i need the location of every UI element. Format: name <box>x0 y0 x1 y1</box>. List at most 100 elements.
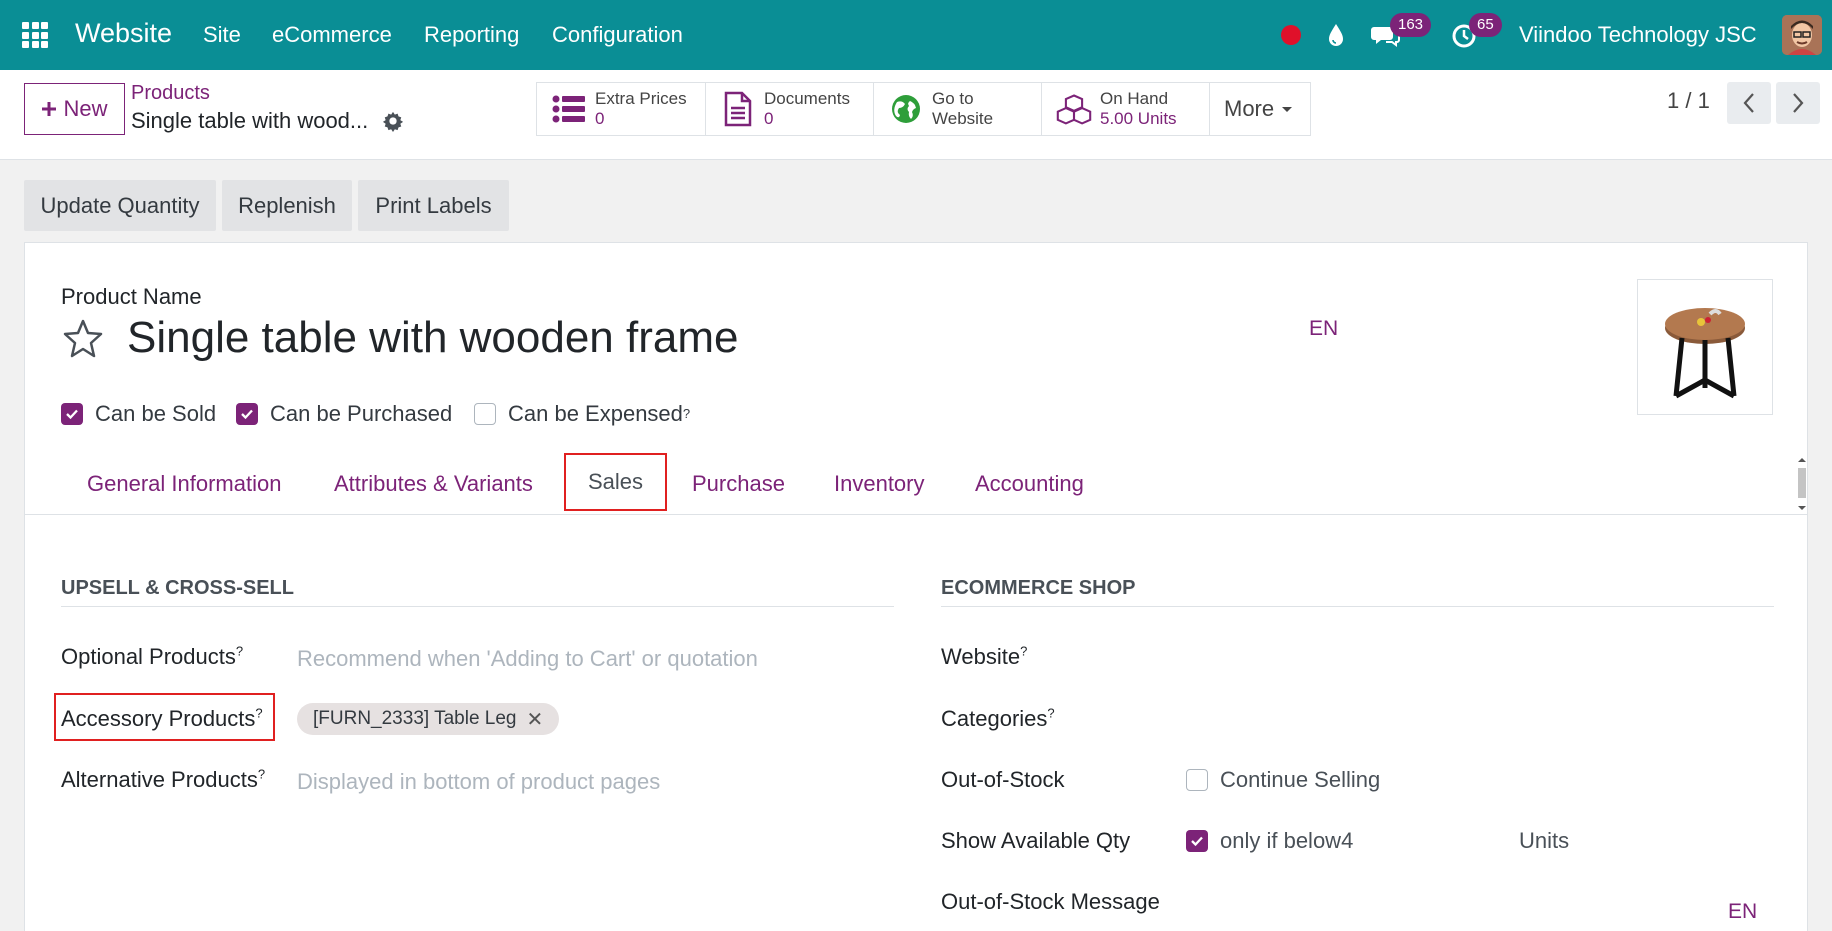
tab-inventory[interactable]: Inventory <box>834 453 925 515</box>
show-available-qty-checkbox[interactable]: only if below4 <box>1186 828 1353 854</box>
categories-field-label: Categories? <box>941 706 1055 732</box>
user-avatar[interactable] <box>1782 15 1822 55</box>
can-be-expensed-label: Can be Expensed <box>508 401 683 426</box>
website-label: Website <box>941 644 1021 669</box>
upsell-section-title: UPSELL & CROSS-SELL <box>61 577 894 607</box>
can-be-sold-check-icon <box>61 403 83 425</box>
out-of-stock-message-label: Out-of-Stock Message <box>941 889 1160 914</box>
chevron-left-icon <box>1743 93 1754 113</box>
form-tabs: General Information Attributes & Variant… <box>25 453 1807 515</box>
optional-products-field-label: Optional Products? <box>61 644 243 670</box>
accessory-tag-label: [FURN_2333] Table Leg <box>313 708 517 729</box>
pager-previous-button[interactable] <box>1727 82 1771 124</box>
product-name-field[interactable]: Single table with wooden frame <box>127 313 738 363</box>
documents-button[interactable]: Documents 0 <box>705 82 874 136</box>
replenish-button[interactable]: Replenish <box>222 180 352 231</box>
product-image[interactable] <box>1637 279 1773 415</box>
tab-general-information[interactable]: General Information <box>87 453 281 515</box>
tab-accounting[interactable]: Accounting <box>975 453 1084 515</box>
website-field-label: Website? <box>941 644 1027 670</box>
tab-attributes-variants[interactable]: Attributes & Variants <box>334 453 533 515</box>
can-be-purchased-label: Can be Purchased <box>270 401 453 426</box>
new-button[interactable]: New <box>24 83 125 135</box>
product-form-sheet: Product Name Single table with wooden fr… <box>24 242 1808 931</box>
optional-products-input[interactable]: Recommend when 'Adding to Cart' or quota… <box>297 646 758 672</box>
help-icon[interactable]: ? <box>236 644 243 659</box>
pager-next-button[interactable] <box>1776 82 1820 124</box>
oos-message-lang-button[interactable]: EN <box>1728 900 1757 924</box>
help-icon[interactable]: ? <box>1020 644 1027 659</box>
show-available-qty-label: Show Available Qty <box>941 828 1131 853</box>
continue-selling-checkbox[interactable]: Continue Selling <box>1186 767 1380 793</box>
can-be-sold-label: Can be Sold <box>95 401 217 426</box>
continue-selling-box <box>1186 769 1208 791</box>
remove-tag-icon[interactable]: ✕ <box>527 707 544 732</box>
show-qty-check-icon <box>1186 830 1208 852</box>
documents-label: Documents <box>764 89 850 108</box>
app-name[interactable]: Website <box>75 18 172 49</box>
app-menu-icon[interactable] <box>22 22 48 48</box>
tab-sales[interactable]: Sales <box>564 453 668 511</box>
document-icon <box>724 91 752 127</box>
product-name-lang-button[interactable]: EN <box>1309 317 1338 341</box>
record-indicator-icon[interactable] <box>1281 25 1301 45</box>
control-panel: New Products Single table with wood... E… <box>0 70 1832 160</box>
extra-prices-button[interactable]: Extra Prices 0 <box>536 82 706 136</box>
continue-selling-label: Continue Selling <box>1220 767 1381 792</box>
drop-icon[interactable] <box>1321 20 1351 50</box>
cubes-icon <box>1056 94 1092 125</box>
breadcrumb-current: Single table with wood... <box>131 108 369 133</box>
update-quantity-button[interactable]: Update Quantity <box>24 180 216 231</box>
extra-prices-value: 0 <box>595 109 605 128</box>
more-label: More <box>1224 96 1275 121</box>
gear-icon[interactable] <box>382 110 404 132</box>
go-to-website-line2: Website <box>932 109 994 128</box>
on-hand-label: On Hand <box>1100 89 1169 108</box>
on-hand-button[interactable]: On Hand 5.00 Units <box>1041 82 1210 136</box>
top-navbar: Website Site eCommerce Reporting Configu… <box>0 0 1832 70</box>
alternative-products-input[interactable]: Displayed in bottom of product pages <box>297 769 660 795</box>
accessory-product-tag[interactable]: [FURN_2333] Table Leg ✕ <box>297 703 560 735</box>
tabs-scrollbar[interactable] <box>1795 456 1809 512</box>
go-to-website-button[interactable]: Go to Website <box>873 82 1042 136</box>
help-icon[interactable]: ? <box>255 706 262 721</box>
help-icon[interactable]: ? <box>258 767 265 782</box>
activities-badge: 65 <box>1469 13 1502 37</box>
print-labels-button[interactable]: Print Labels <box>358 180 509 231</box>
accessory-products-field-label: Accessory Products? <box>61 706 263 732</box>
alternative-products-field-label: Alternative Products? <box>61 767 265 793</box>
pager-value[interactable]: 1 / 1 <box>1667 88 1710 114</box>
accessory-products-label: Accessory Products <box>61 706 256 731</box>
can-be-expensed-box <box>474 403 496 425</box>
messages-badge: 163 <box>1390 13 1432 37</box>
tab-purchase[interactable]: Purchase <box>692 453 785 515</box>
menu-reporting[interactable]: Reporting <box>424 22 519 48</box>
alternative-products-label: Alternative Products <box>61 767 258 792</box>
help-icon[interactable]: ? <box>1047 706 1054 721</box>
go-to-website-line1: Go to <box>932 89 974 108</box>
table-image <box>1665 308 1745 399</box>
extra-prices-label: Extra Prices <box>595 89 687 108</box>
more-dropdown[interactable]: More <box>1209 82 1311 136</box>
menu-configuration[interactable]: Configuration <box>552 22 683 48</box>
out-of-stock-label: Out-of-Stock <box>941 767 1065 792</box>
units-label: Units <box>1519 828 1570 853</box>
can-be-sold-checkbox[interactable]: Can be Sold <box>61 401 216 427</box>
menu-ecommerce[interactable]: eCommerce <box>272 22 392 48</box>
breadcrumb-parent[interactable]: Products <box>131 82 210 105</box>
plus-icon <box>42 102 57 116</box>
ecommerce-section-title: ECOMMERCE SHOP <box>941 577 1774 607</box>
star-icon[interactable] <box>61 317 105 361</box>
new-button-label: New <box>63 96 108 121</box>
chevron-right-icon <box>1793 93 1804 113</box>
menu-site[interactable]: Site <box>203 22 241 48</box>
optional-products-label: Optional Products <box>61 644 236 669</box>
can-be-purchased-check-icon <box>236 403 258 425</box>
can-be-expensed-checkbox[interactable]: Can be Expensed? <box>474 401 690 427</box>
company-name[interactable]: Viindoo Technology JSC <box>1519 22 1757 48</box>
show-qty-text[interactable]: only if below4 <box>1220 828 1353 854</box>
product-name-label: Product Name <box>61 284 202 309</box>
can-be-purchased-checkbox[interactable]: Can be Purchased <box>236 401 452 427</box>
categories-label: Categories <box>941 706 1048 731</box>
list-icon <box>552 95 585 123</box>
